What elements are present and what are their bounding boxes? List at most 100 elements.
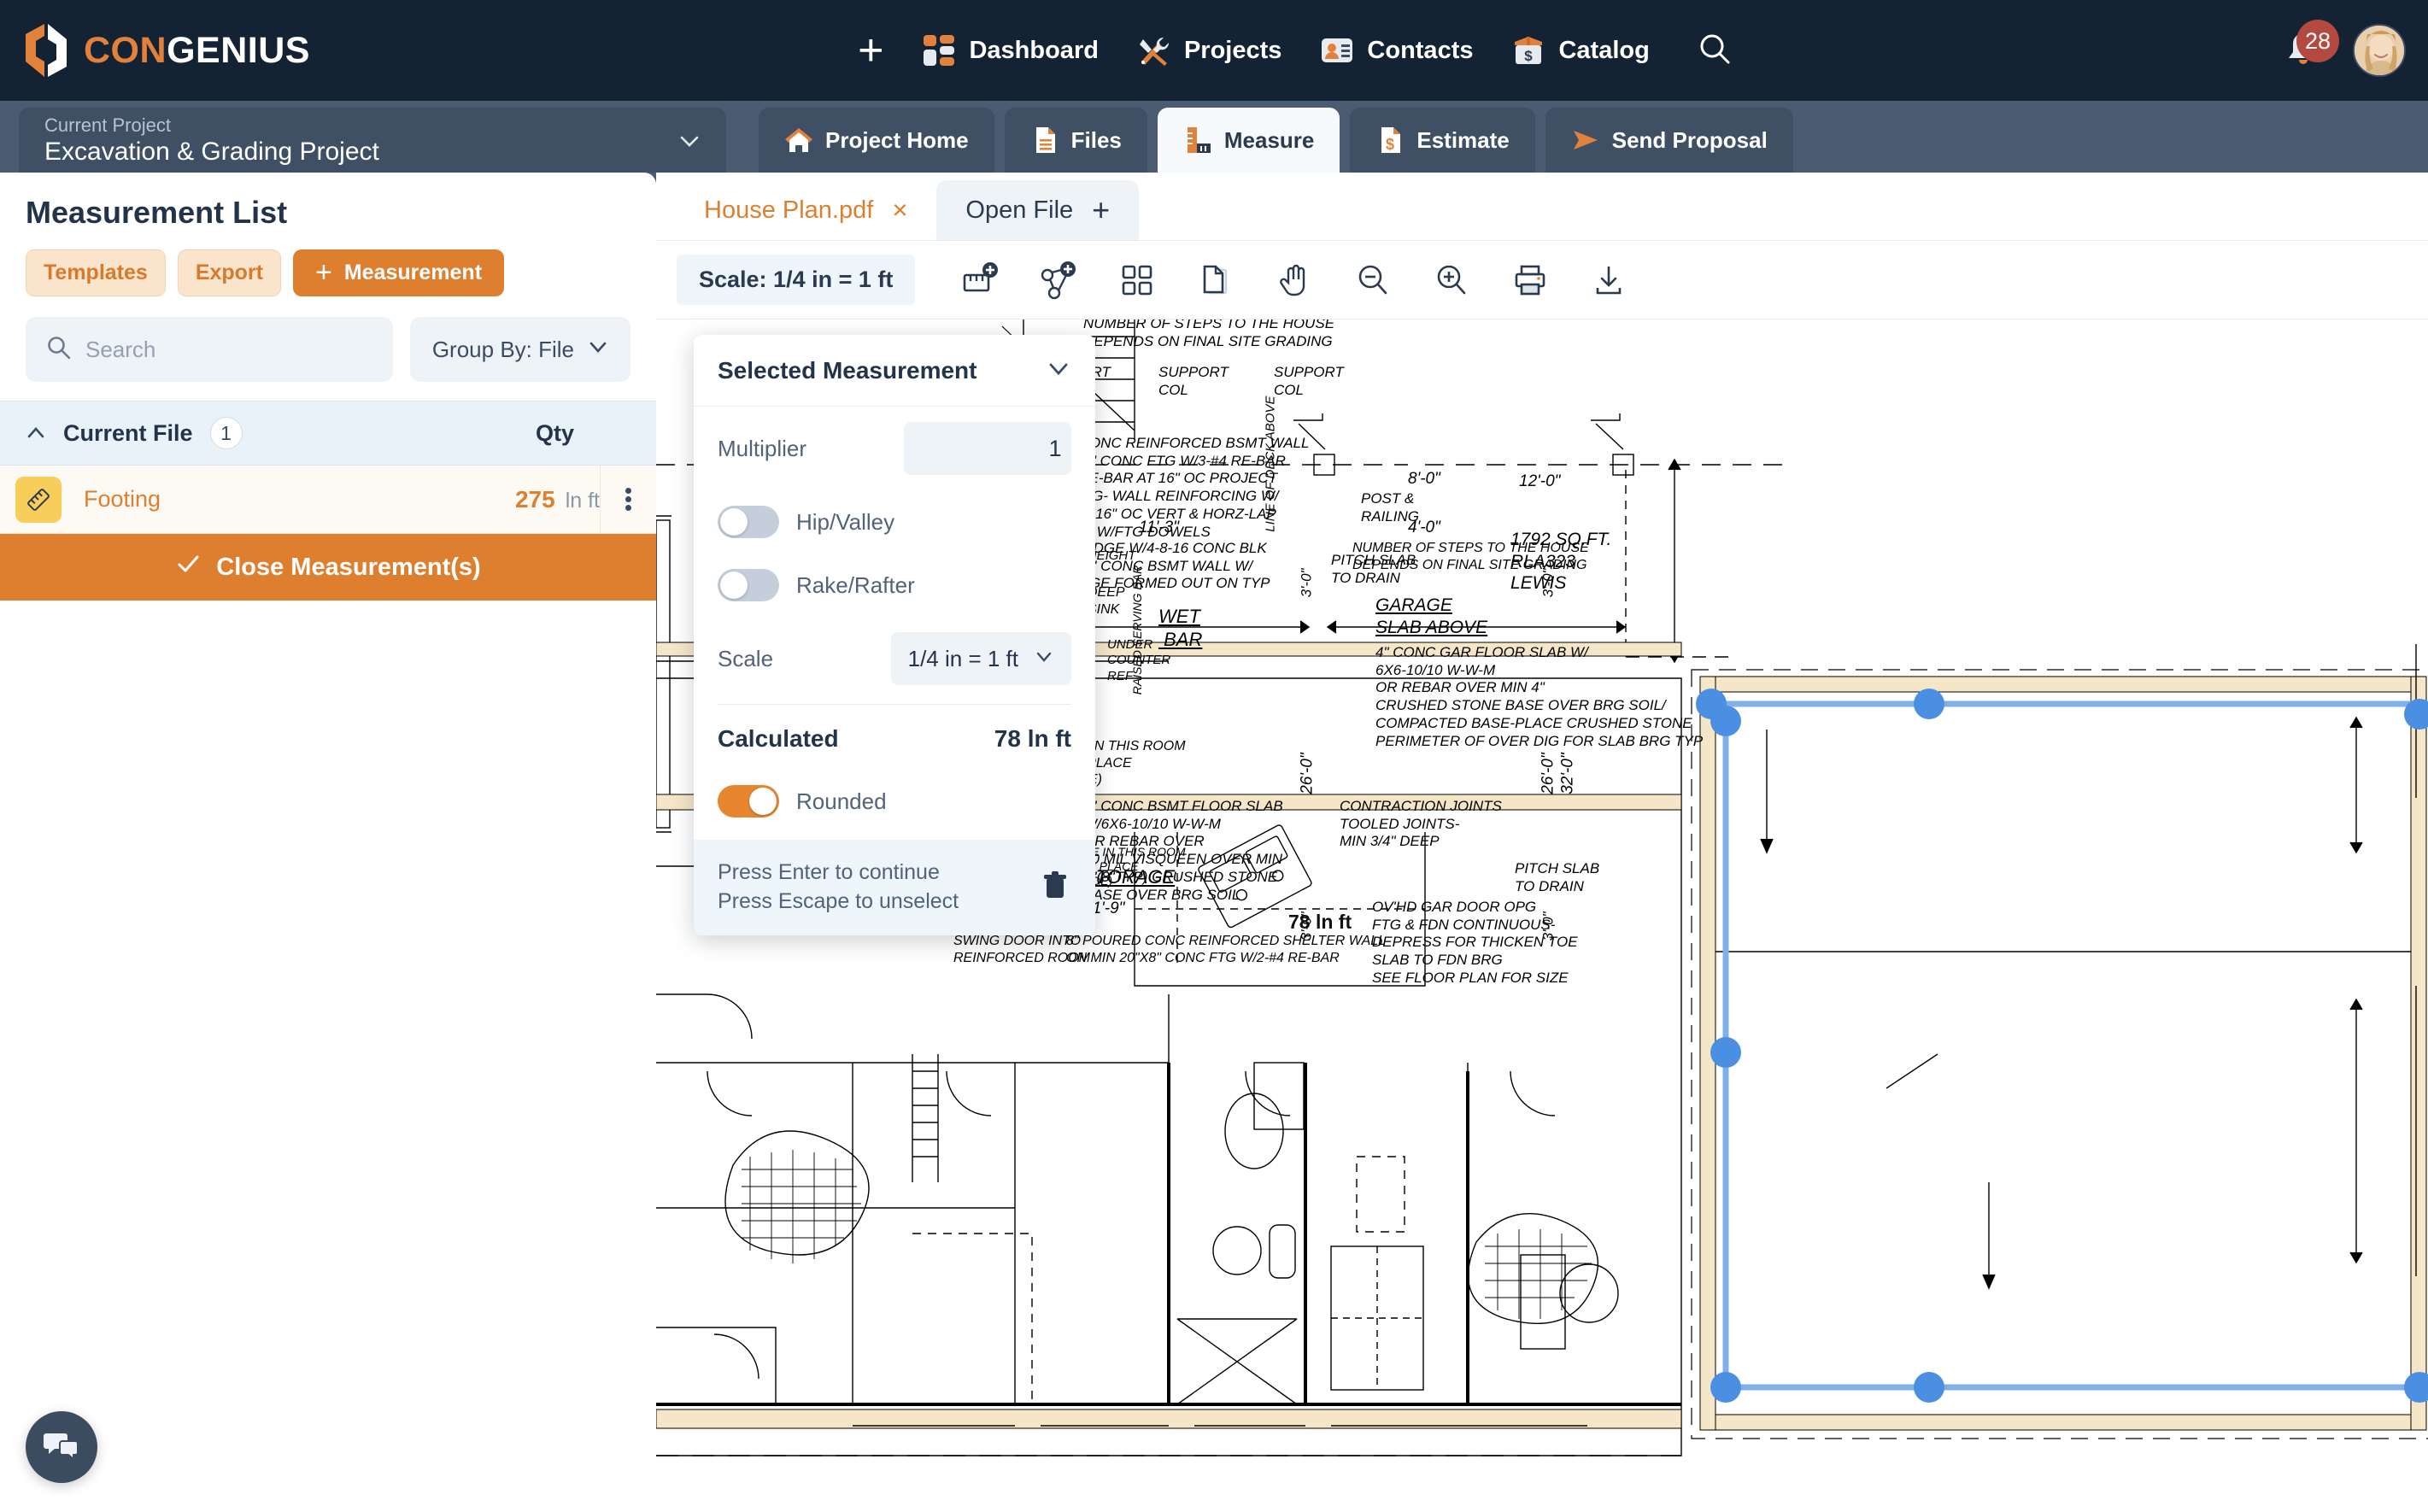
add-area-measurement-icon[interactable]	[1019, 241, 1098, 319]
add-measurement-button[interactable]: + Measurement	[293, 249, 505, 296]
duplicate-page-icon[interactable]	[1176, 241, 1255, 319]
avatar[interactable]	[2353, 24, 2406, 77]
selected-measurement-popover: Selected Measurement Multiplier × Hip/Va…	[694, 335, 1095, 935]
chevron-down-icon	[678, 130, 701, 152]
current-file-group-header[interactable]: Current File 1 Qty	[0, 401, 656, 466]
hip-valley-toggle[interactable]	[718, 506, 779, 538]
current-project-name: Excavation & Grading Project	[44, 137, 379, 166]
notifications-button[interactable]: 28	[2279, 20, 2339, 74]
note-pitch-slab-to-drain-2: PITCH SLAB TO DRAIN	[1515, 860, 1600, 894]
open-file-tab[interactable]: Open File +	[936, 180, 1140, 240]
calculated-value: 78 ln ft	[994, 725, 1071, 752]
tab-measure[interactable]: Measure	[1157, 108, 1340, 173]
project-toolbar: Current Project Excavation & Grading Pro…	[0, 101, 2428, 173]
note-garage-slab-spec: 4" CONC GAR FLOOR SLAB W/ 6X6-10/10 W-W-…	[1375, 644, 1704, 749]
grid-view-icon[interactable]	[1098, 241, 1176, 319]
notification-badge: 28	[2296, 20, 2339, 62]
row-icon-cell	[0, 476, 77, 523]
chevron-down-icon	[1034, 646, 1054, 672]
multiplier-field[interactable]: ×	[904, 422, 1071, 475]
check-icon	[175, 551, 201, 583]
dim-12-0-right: 12'-0"	[1519, 472, 1561, 490]
add-linear-measurement-icon[interactable]	[941, 241, 1019, 319]
trash-icon[interactable]	[1039, 869, 1071, 905]
close-measurements-button[interactable]: Close Measurement(s)	[0, 534, 656, 601]
measurement-qty-unit: ln ft	[565, 488, 600, 513]
note-support-col-4: SUPPORT COL	[1274, 364, 1344, 398]
home-icon	[784, 126, 813, 155]
rake-rafter-toggle[interactable]	[718, 569, 779, 601]
print-icon[interactable]	[1491, 241, 1569, 319]
measurement-filters: Group By: File	[26, 317, 630, 382]
zoom-in-icon[interactable]	[1412, 241, 1491, 319]
dim-26-0-right: 26'-0"	[1539, 753, 1557, 794]
app-logo[interactable]: CONGENIUS	[22, 24, 310, 77]
download-icon[interactable]	[1569, 241, 1648, 319]
add-measurement-label: Measurement	[343, 261, 483, 284]
multiplier-row: Multiplier ×	[694, 407, 1095, 490]
dim-11-3: 11'-3"	[1139, 519, 1179, 536]
chat-support-button[interactable]	[26, 1411, 97, 1483]
current-project-label: Current Project	[44, 114, 171, 137]
scale-chip[interactable]: Scale: 1/4 in = 1 ft	[677, 255, 916, 305]
multiplier-input[interactable]	[904, 422, 1071, 475]
chevron-up-icon[interactable]	[26, 423, 46, 443]
search-input[interactable]	[85, 336, 372, 363]
close-measurements-label: Close Measurement(s)	[216, 553, 481, 581]
group-count-badge: 1	[209, 417, 243, 449]
quick-add-button[interactable]: +	[858, 28, 883, 73]
measurement-list-header: Measurement List Templates Export + Meas…	[0, 173, 656, 401]
measurement-name: Footing	[84, 486, 161, 512]
calculated-row: Calculated 78 ln ft	[694, 708, 1095, 770]
tab-files[interactable]: Files	[1004, 108, 1147, 173]
rounded-row: Rounded	[694, 770, 1095, 840]
measurement-actions: Templates Export + Measurement	[26, 249, 630, 296]
logo-word-con: CON	[84, 29, 167, 71]
hip-valley-row: Hip/Valley	[694, 490, 1095, 554]
nav-item-catalog[interactable]: $ Catalog	[1512, 34, 1650, 67]
nav-item-contacts[interactable]: Contacts	[1321, 34, 1473, 67]
kebab-menu-icon	[625, 485, 631, 513]
group-by-selector[interactable]: Group By: File	[409, 317, 630, 382]
row-options-button[interactable]	[600, 466, 656, 533]
search-icon	[46, 335, 72, 365]
nav-item-projects[interactable]: Projects	[1138, 34, 1281, 67]
catalog-box-icon: $	[1512, 34, 1545, 67]
room-garage: GARAGE SLAB ABOVE	[1375, 595, 1488, 637]
popover-header[interactable]: Selected Measurement	[694, 335, 1095, 407]
viewer-toolbar: Scale: 1/4 in = 1 ft	[656, 241, 2428, 319]
note-post-railing-top: POST & RAILING	[1361, 490, 1420, 525]
hint-line-2: Press Escape to unselect	[718, 888, 959, 913]
templates-button[interactable]: Templates	[26, 249, 166, 296]
close-icon[interactable]: ×	[892, 195, 907, 226]
plus-icon: +	[315, 255, 332, 289]
tab-project-home[interactable]: Project Home	[759, 108, 994, 173]
search-field-wrapper[interactable]	[26, 317, 393, 382]
search-icon[interactable]	[1698, 32, 1732, 70]
current-project-selector[interactable]: Current Project Excavation & Grading Pro…	[19, 108, 726, 173]
file-tab-house-plan[interactable]: House Plan.pdf ×	[675, 180, 937, 240]
ruler-tag-icon	[15, 476, 62, 523]
plan-canvas[interactable]: NUMBER OF STEPS TO THE HOUSE DEPENDS ON …	[656, 319, 2428, 1512]
tab-send-proposal[interactable]: Send Proposal	[1545, 108, 1793, 173]
table-row[interactable]: Footing 275 ln ft	[0, 466, 656, 534]
rounded-toggle[interactable]	[718, 785, 779, 818]
export-button[interactable]: Export	[177, 249, 281, 296]
hint-line-1: Press Enter to continue	[718, 860, 940, 884]
chevron-down-icon[interactable]	[1046, 355, 1071, 385]
note-sqft-block: 1792 SQ.FT. RLA323 LEWIS	[1510, 530, 1612, 594]
scale-select[interactable]: 1/4 in = 1 ft	[890, 632, 1071, 685]
tab-estimate[interactable]: $ Estimate	[1350, 108, 1535, 173]
pan-hand-icon[interactable]	[1255, 241, 1334, 319]
nav-item-dashboard[interactable]: Dashboard	[923, 34, 1099, 67]
nav-label-projects: Projects	[1183, 36, 1282, 64]
top-navigation-bar: CONGENIUS + Dashboard Projects Contacts …	[0, 0, 2428, 101]
logo-word-genius: GENIUS	[167, 29, 310, 71]
congenius-logo-icon	[22, 24, 70, 77]
zoom-out-icon[interactable]	[1334, 241, 1412, 319]
tab-label-files: Files	[1070, 126, 1122, 153]
rake-rafter-label: Rake/Rafter	[796, 571, 915, 598]
plus-icon[interactable]: +	[1092, 194, 1110, 225]
dollar-doc-icon: $	[1375, 126, 1405, 155]
popover-hint-text: Press Enter to continue Press Escape to …	[718, 859, 959, 917]
